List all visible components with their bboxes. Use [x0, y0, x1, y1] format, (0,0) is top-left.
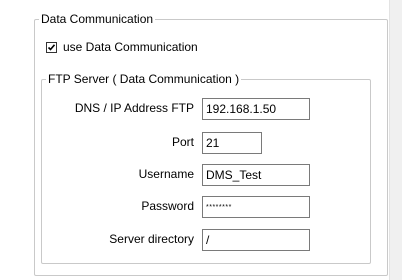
- password-row: Password: [0, 196, 402, 218]
- directory-label: Server directory: [109, 232, 194, 246]
- data-communication-group-title: Data Communication: [41, 12, 154, 26]
- port-label: Port: [171, 135, 194, 149]
- directory-input[interactable]: [202, 229, 310, 251]
- port-input[interactable]: [202, 132, 262, 154]
- address-input[interactable]: [202, 98, 310, 120]
- username-row: Username: [0, 164, 402, 186]
- checkmark-icon: [47, 43, 56, 51]
- password-label: Password: [141, 199, 194, 213]
- use-data-communication-option[interactable]: use Data Communication: [46, 40, 198, 54]
- use-data-communication-checkbox[interactable]: [46, 41, 57, 53]
- address-label: DNS / IP Address FTP: [74, 101, 194, 115]
- username-input[interactable]: [202, 164, 310, 186]
- username-label: Username: [138, 167, 194, 181]
- ftp-server-group-title: FTP Server ( Data Communication ): [48, 72, 240, 86]
- use-data-communication-label: use Data Communication: [63, 40, 198, 54]
- password-input[interactable]: [202, 196, 310, 218]
- address-row: DNS / IP Address FTP: [0, 98, 402, 120]
- port-row: Port: [0, 132, 402, 154]
- directory-row: Server directory: [0, 229, 402, 251]
